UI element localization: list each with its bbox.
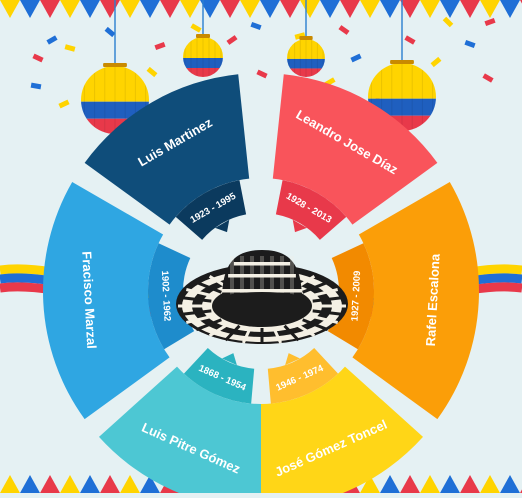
bunting-flag (380, 475, 400, 493)
bunting-flag (480, 0, 500, 18)
bunting-flag (60, 0, 80, 18)
bunting-flag (0, 475, 20, 493)
bunting-flag (300, 0, 320, 18)
confetti-piece (104, 26, 116, 38)
infographic-stage: 1868 - 1954 Luis Pitre Gómez 1902 - 1962 Fr… (0, 0, 522, 498)
confetti-piece (64, 44, 76, 52)
confetti-piece (430, 56, 442, 68)
confetti-piece (190, 23, 202, 33)
bunting-flag (220, 0, 240, 18)
confetti-piece (146, 66, 158, 78)
bunting-flag (140, 0, 160, 18)
bunting-flag (40, 475, 60, 493)
bunting-flag (420, 0, 440, 18)
confetti-piece (30, 82, 42, 90)
confetti-piece (154, 41, 166, 51)
bunting-flag (320, 0, 340, 18)
confetti-piece (250, 21, 262, 31)
confetti-piece (442, 16, 454, 28)
confetti-piece (256, 69, 268, 79)
bunting-flag (500, 0, 520, 18)
confetti-piece (32, 53, 44, 63)
bunting-flag (440, 0, 460, 18)
confetti-piece (338, 25, 350, 35)
bunting-flag (20, 0, 40, 18)
bunting-flag (500, 475, 520, 493)
top-bunting (0, 0, 522, 18)
confetti-piece (482, 73, 494, 83)
bunting-flag (420, 475, 440, 493)
bunting-flag (0, 0, 20, 18)
bunting-flag (40, 0, 60, 18)
confetti-piece (404, 35, 416, 45)
bunting-flag (480, 475, 500, 493)
bunting-flag (80, 475, 100, 493)
sombrero-vueltiao-icon (176, 250, 348, 344)
bunting-flag (100, 0, 120, 18)
bunting-flag (440, 475, 460, 493)
bunting-flag (80, 0, 100, 18)
confetti-piece (58, 99, 70, 109)
bunting-flag (160, 0, 180, 18)
confetti-piece (464, 39, 476, 49)
bunting-flag (280, 0, 300, 18)
bunting-flag (400, 0, 420, 18)
bunting-flag (460, 0, 480, 18)
bunting-flag (400, 475, 420, 493)
confetti-piece (46, 35, 58, 45)
bunting-flag (340, 0, 360, 18)
bunting-flag (180, 0, 200, 18)
bunting-flag (360, 0, 380, 18)
timeline-diagram: 1868 - 1954Luis Pitre Gómez1902 - 1962Fr… (0, 0, 522, 498)
confetti-piece (350, 53, 362, 63)
confetti-piece (484, 17, 496, 27)
bunting-flag (120, 475, 140, 493)
bunting-flag (120, 0, 140, 18)
bunting-flag (240, 0, 260, 18)
bunting-flag (100, 475, 120, 493)
bunting-flag (260, 0, 280, 18)
bunting-flag (380, 0, 400, 18)
bunting-flag (20, 475, 40, 493)
bunting-flag (460, 475, 480, 493)
confetti-piece (226, 35, 238, 45)
bunting-flag (60, 475, 80, 493)
